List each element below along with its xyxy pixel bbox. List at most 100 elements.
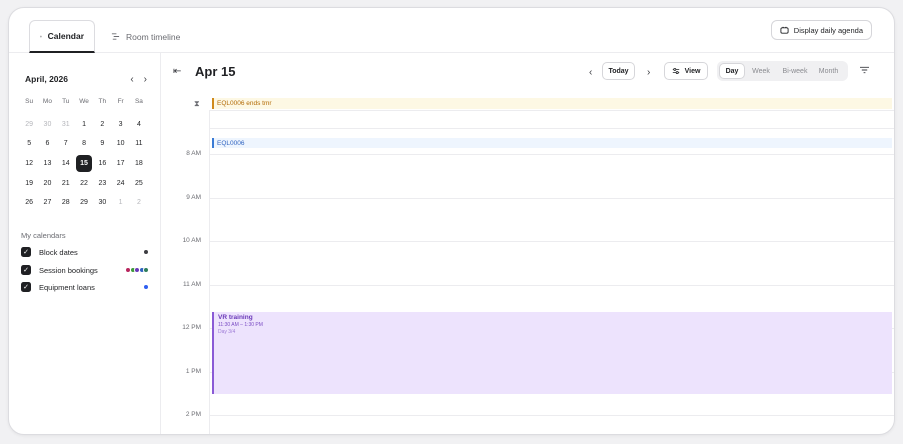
- grid-line: [209, 128, 894, 129]
- mini-calendar-title: April, 2026: [25, 74, 68, 84]
- mini-calendar-day[interactable]: 12: [20, 154, 38, 174]
- view-button-label: View: [684, 67, 701, 75]
- hour-label: 8 AM: [186, 150, 201, 157]
- mini-calendar-day[interactable]: 24: [111, 173, 129, 193]
- view-option-day[interactable]: Day: [719, 63, 745, 79]
- hour-line: [209, 241, 894, 242]
- all-day-row: ⧗ EQL0006 ends tmr: [161, 98, 894, 110]
- weekday-label: Tu: [62, 97, 70, 105]
- mini-calendar-day[interactable]: 6: [38, 134, 56, 154]
- calendar-item[interactable]: ✓ Equipment loans: [21, 281, 149, 293]
- view-option-bi-week[interactable]: Bi-week: [777, 63, 813, 79]
- mini-calendar-day[interactable]: 3: [111, 115, 129, 135]
- mini-calendar-day[interactable]: 14: [57, 154, 75, 174]
- tab-room-timeline[interactable]: Room timeline: [101, 20, 190, 53]
- mini-calendar-header: April, 2026 ‹ ›: [25, 73, 147, 85]
- current-date-title: Apr 15: [195, 64, 236, 79]
- mini-calendar-day[interactable]: 1: [111, 193, 129, 213]
- mini-calendar-day[interactable]: 21: [57, 173, 75, 193]
- mini-calendar-day[interactable]: 13: [38, 154, 56, 174]
- time-gutter-divider: [209, 110, 210, 434]
- mini-calendar-day[interactable]: 30: [93, 193, 111, 213]
- hour-label: 10 AM: [182, 237, 201, 244]
- mini-calendar-day[interactable]: 25: [130, 173, 148, 193]
- hour-label: 1 PM: [185, 367, 201, 375]
- mini-calendar-day[interactable]: 20: [38, 173, 56, 193]
- view-switcher: Day Week Bi-week Month: [717, 61, 848, 81]
- chevron-left-icon[interactable]: ‹: [589, 67, 592, 78]
- calendar-color-dots: [125, 267, 149, 273]
- main-calendar: ⇤ Apr 15 ‹ Today › View Day Week Bi-week Mo…: [161, 53, 894, 434]
- calendar-item[interactable]: ✓ Block dates: [21, 246, 149, 258]
- calendar-item[interactable]: ✓ Session bookings: [21, 264, 149, 276]
- chevron-right-icon[interactable]: ›: [144, 74, 147, 85]
- tab-calendar[interactable]: Calendar: [29, 20, 95, 53]
- hour-label: 2 PM: [185, 411, 201, 418]
- checkbox-icon[interactable]: ✓: [21, 247, 31, 257]
- mini-calendar-day[interactable]: 19: [20, 173, 38, 193]
- hour-label: 12 PM: [182, 324, 201, 331]
- timeline-icon: [111, 33, 120, 40]
- today-button[interactable]: Today: [602, 62, 635, 80]
- weekday-label: Mo: [42, 97, 52, 105]
- tab-label: Room timeline: [126, 31, 181, 42]
- mini-calendar-day[interactable]: 4: [130, 115, 148, 135]
- mini-calendar-day[interactable]: 7: [57, 134, 75, 154]
- agenda-button-label: Display daily agenda: [793, 25, 863, 35]
- display-daily-agenda-button[interactable]: Display daily agenda: [770, 20, 872, 40]
- weekday-label: We: [79, 97, 89, 105]
- timed-event-eql0006[interactable]: EQL0006: [212, 138, 892, 148]
- filter-icon[interactable]: [860, 66, 869, 77]
- mini-calendar-day[interactable]: 28: [57, 193, 75, 213]
- mini-calendar-day[interactable]: 17: [111, 154, 129, 174]
- mini-calendar-day[interactable]: 11: [130, 134, 148, 154]
- all-day-event[interactable]: EQL0006 ends tmr: [212, 98, 892, 109]
- mini-calendar-day[interactable]: 2: [93, 115, 111, 135]
- hour-label: 11 AM: [183, 280, 201, 288]
- mini-calendar-day[interactable]: 31: [57, 115, 75, 135]
- mini-calendar-day[interactable]: 1: [75, 115, 93, 135]
- monitor-icon: [780, 26, 789, 34]
- mini-calendar-day[interactable]: 29: [20, 115, 38, 135]
- mini-calendar-day[interactable]: 16: [93, 154, 111, 174]
- chevron-right-icon[interactable]: ›: [647, 67, 650, 78]
- mini-calendar-day[interactable]: 23: [93, 173, 111, 193]
- mini-calendar-day[interactable]: 18: [130, 154, 148, 174]
- view-button[interactable]: View: [664, 62, 708, 80]
- calendar-color-dots: [143, 284, 149, 290]
- event-day: Day 3/4: [218, 329, 236, 335]
- weekday-label: Sa: [134, 97, 143, 105]
- weekday-label: Fr: [117, 97, 124, 105]
- mini-calendar-day[interactable]: 27: [38, 193, 56, 213]
- collapse-sidebar-icon[interactable]: ⇤: [173, 66, 181, 77]
- view-option-week[interactable]: Week: [745, 63, 777, 79]
- weekday-label: Th: [98, 97, 107, 105]
- mini-calendar-day[interactable]: 29: [75, 193, 93, 213]
- checkbox-icon[interactable]: ✓: [21, 265, 31, 275]
- mini-calendar-day[interactable]: 10: [111, 134, 129, 154]
- app-window: Calendar Room timeline Display daily age…: [8, 7, 895, 435]
- hour-line: [209, 415, 894, 416]
- checkbox-icon[interactable]: ✓: [21, 282, 31, 292]
- view-option-month[interactable]: Month: [813, 63, 844, 79]
- sidebar: April, 2026 ‹ › Su Mo Tu We Th Fr Sa 29 30 31 1 2 3 4…: [9, 53, 161, 434]
- mini-calendar-day[interactable]: 15: [75, 154, 93, 173]
- hour-line: [209, 284, 894, 286]
- mini-calendar-day[interactable]: 22: [75, 173, 93, 193]
- mini-calendar-day[interactable]: 26: [20, 193, 38, 213]
- hour-line: [209, 197, 894, 199]
- tab-label: Calendar: [47, 31, 84, 41]
- mini-calendar-day[interactable]: 9: [93, 134, 111, 154]
- grid-line: [209, 110, 894, 111]
- weekday-label: Su: [25, 97, 34, 105]
- mini-calendar-day[interactable]: 5: [20, 134, 38, 154]
- mini-calendar-day[interactable]: 8: [75, 134, 93, 154]
- top-tab-bar: Calendar Room timeline Display daily age…: [9, 8, 894, 53]
- calendar-toolbar: ⇤ Apr 15 ‹ Today › View Day Week Bi-week Mo…: [161, 53, 894, 91]
- chevron-left-icon[interactable]: ‹: [130, 74, 133, 85]
- mini-calendar-day[interactable]: 30: [38, 115, 56, 135]
- hourglass-icon: ⧗: [194, 99, 200, 108]
- my-calendars-title: My calendars: [21, 231, 66, 240]
- event-vr-training[interactable]: VR training 11:30 AM – 1:30 PM Day 3/4: [212, 312, 892, 394]
- mini-calendar-day[interactable]: 2: [130, 193, 148, 213]
